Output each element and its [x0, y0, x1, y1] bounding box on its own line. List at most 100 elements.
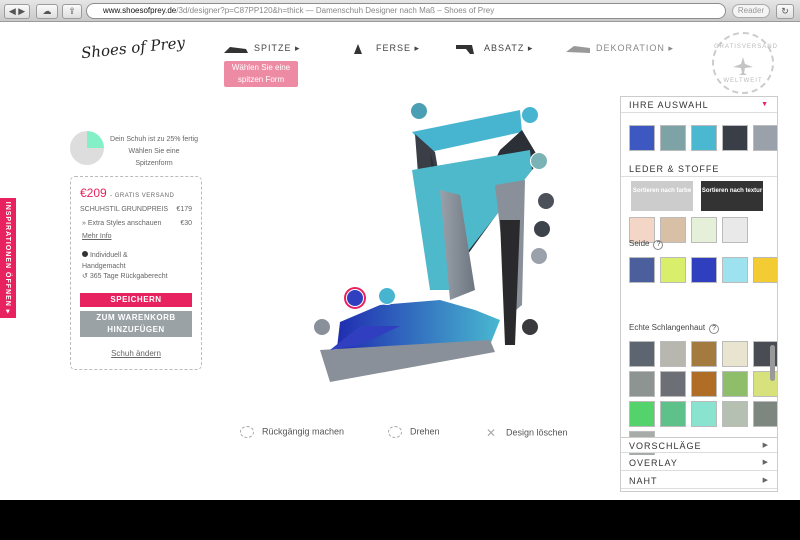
step-ferse-label: FERSE ▸: [376, 43, 421, 53]
progress-line-3: Spitzenform: [135, 160, 173, 167]
feature-handmade-line-2: Handgemacht: [82, 263, 126, 270]
price-value: €209: [80, 186, 107, 200]
snake-swatch[interactable]: [660, 341, 686, 367]
materials-title: LEDER & STOFFE: [629, 164, 720, 174]
back-forward-buttons[interactable]: ◀ ▶: [4, 4, 30, 19]
undo-label: Rückgängig machen: [262, 426, 345, 437]
hotspot-dot[interactable]: [521, 106, 539, 124]
selection-swatch[interactable]: [660, 125, 686, 151]
feature-returns: ↺ 365 Tage Rückgaberecht: [82, 272, 168, 280]
inspirations-tab[interactable]: INSPIRATIONEN ÖFFNEN ▸: [0, 198, 16, 318]
suggestions-header[interactable]: VORSCHLÄGE ▶: [621, 437, 777, 453]
materials-header[interactable]: LEDER & STOFFE: [621, 161, 777, 177]
seam-title: NAHT: [629, 476, 658, 486]
snake-swatch[interactable]: [629, 401, 655, 427]
reader-button[interactable]: Reader: [732, 4, 770, 18]
change-shoe-link[interactable]: Schuh ändern: [71, 349, 201, 358]
snake-swatch[interactable]: [691, 371, 717, 397]
feature-handmade-line-1: Individuell &: [89, 252, 128, 259]
stamp-bottom-text: WELTWEIT: [723, 78, 763, 84]
snake-swatch[interactable]: [629, 371, 655, 397]
silk-swatch[interactable]: [629, 257, 655, 283]
overlay-header[interactable]: OVERLAY ▶: [621, 455, 777, 471]
inspirations-tab-label: INSPIRATIONEN ÖFFNEN ▸: [4, 201, 11, 315]
rotate-button[interactable]: Drehen: [388, 426, 440, 438]
chevron-right-icon: ▶: [762, 459, 769, 466]
hotspot-dot[interactable]: [530, 247, 548, 265]
snake-swatch[interactable]: [753, 401, 777, 427]
hotspot-dot[interactable]: [533, 220, 551, 238]
selection-swatch[interactable]: [722, 125, 748, 151]
undo-icon: [240, 426, 254, 438]
extra-styles-link[interactable]: » Extra Styles anschauen: [82, 220, 161, 227]
stamp-top-text: GRATISVERSAND: [714, 44, 778, 50]
undo-button[interactable]: Rückgängig machen: [240, 426, 344, 438]
selection-header[interactable]: IHRE AUSWAHL ▼: [621, 97, 777, 113]
step-absatz-label: ABSATZ ▸: [484, 43, 534, 53]
hotspot-dot[interactable]: [521, 318, 539, 336]
shoe-3d-preview[interactable]: [300, 90, 570, 390]
snake-swatch[interactable]: [722, 341, 748, 367]
url-path: /3d/designer?p=C87PP120&h=thick: [176, 6, 304, 15]
delete-design-button[interactable]: ✕ Design löschen: [486, 426, 568, 440]
silk-swatch[interactable]: [660, 257, 686, 283]
selection-swatch[interactable]: [753, 125, 777, 151]
add-to-cart-button[interactable]: ZUM WARENKORB HINZUFÜGEN: [80, 311, 192, 337]
address-bar[interactable]: www.shoesofprey.de/3d/designer?p=C87PP12…: [86, 3, 726, 19]
seam-header[interactable]: NAHT ▶: [621, 473, 777, 489]
cloud-icon[interactable]: ☁: [36, 4, 58, 19]
step-hint-tooltip: Wählen Sie eine spitzen Form: [224, 61, 298, 87]
snake-swatch[interactable]: [722, 371, 748, 397]
step-spitze-label: SPITZE ▸: [254, 43, 301, 53]
step-dekoration[interactable]: DEKORATION ▸: [564, 36, 674, 60]
selection-swatch[interactable]: [691, 125, 717, 151]
hotspot-dot[interactable]: [537, 192, 555, 210]
silk-swatch[interactable]: [722, 257, 748, 283]
snake-swatch[interactable]: [691, 401, 717, 427]
logo-text: Shoes of Prey: [80, 33, 186, 63]
collapse-icon: ▼: [761, 101, 769, 108]
hotspot-dot[interactable]: [313, 318, 331, 336]
more-info-link[interactable]: Mehr Info: [82, 233, 112, 240]
leather-swatch[interactable]: [722, 217, 748, 243]
sort-by-texture-button[interactable]: Sortieren nach textur: [701, 181, 763, 211]
base-price-label: SCHUHSTIL GRUNDPREIS: [80, 206, 169, 213]
hotspot-dot[interactable]: [530, 152, 548, 170]
snake-swatch[interactable]: [629, 341, 655, 367]
airplane-icon: [733, 57, 753, 75]
screen-bottom-bar: [0, 500, 800, 540]
free-shipping-stamp: GRATISVERSAND WELTWEIT: [712, 32, 778, 94]
step-absatz[interactable]: ABSATZ ▸: [452, 36, 533, 60]
hotspot-dot[interactable]: [346, 289, 364, 307]
silk-swatch[interactable]: [753, 257, 777, 283]
sort-by-color-button[interactable]: Sortieren nach farbe: [631, 181, 693, 211]
refresh-icon[interactable]: ↻: [776, 4, 794, 19]
selection-swatch[interactable]: [629, 125, 655, 151]
snake-swatch[interactable]: [691, 341, 717, 367]
rotate-icon: [388, 426, 402, 438]
snake-swatch[interactable]: [660, 401, 686, 427]
step-ferse[interactable]: FERSE ▸: [344, 36, 420, 60]
snake-swatch[interactable]: [660, 371, 686, 397]
snake-swatch[interactable]: [722, 401, 748, 427]
toe-icon: [224, 46, 248, 53]
hotspot-dot[interactable]: [378, 287, 396, 305]
silk-label: Seide?: [629, 239, 664, 250]
browser-toolbar: ◀ ▶ ☁ ⇪ www.shoesofprey.de/3d/designer?p…: [0, 0, 800, 22]
price-summary-box: €209 - GRATIS VERSAND SCHUHSTIL GRUNDPRE…: [70, 176, 202, 370]
help-icon[interactable]: ?: [653, 240, 664, 250]
help-icon[interactable]: ?: [709, 324, 720, 334]
silk-swatch[interactable]: [691, 257, 717, 283]
leather-swatch[interactable]: [691, 217, 717, 243]
hotspot-dot[interactable]: [410, 102, 428, 120]
save-button[interactable]: SPEICHERN: [80, 293, 192, 307]
share-icon[interactable]: ⇪: [62, 4, 82, 19]
progress-line-1: Dein Schuh ist zu 25% fertig: [110, 136, 198, 143]
leather-swatch[interactable]: [660, 217, 686, 243]
heel-back-icon: [354, 43, 362, 54]
step-spitze[interactable]: SPITZE ▸: [222, 36, 301, 60]
delete-icon: ✕: [486, 426, 497, 440]
logo[interactable]: Shoes of Prey: [80, 32, 204, 84]
panel-scrollbar[interactable]: [770, 345, 775, 381]
progress-text: Dein Schuh ist zu 25% fertig Wählen Sie …: [104, 134, 204, 170]
